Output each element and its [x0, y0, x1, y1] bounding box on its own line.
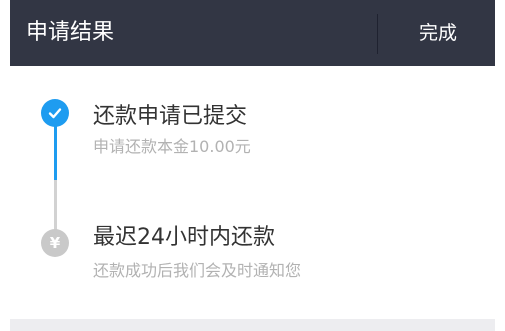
- check-icon: [48, 108, 62, 119]
- step-1-title: 还款申请已提交: [93, 104, 248, 129]
- page-title: 申请结果: [26, 20, 115, 45]
- step-pending-indicator: ¥: [41, 229, 69, 257]
- right-edge: [495, 0, 505, 331]
- step-completed-indicator: [41, 99, 69, 127]
- result-page: 申请结果 完成 还款申请已提交 申请还款本金10.00元 ¥ 最迟24小时内还款…: [0, 0, 505, 331]
- step-2-title: 最迟24小时内还款: [93, 225, 275, 250]
- step-1-subtitle: 申请还款本金10.00元: [93, 137, 251, 156]
- nav-bar: 申请结果 完成: [10, 0, 495, 66]
- bottom-separator: [10, 319, 495, 331]
- left-edge: [0, 0, 10, 331]
- timeline-progress-line: [54, 124, 57, 180]
- done-button[interactable]: 完成: [419, 0, 457, 66]
- yen-icon: ¥: [49, 233, 61, 252]
- nav-divider: [377, 14, 378, 54]
- step-2-subtitle: 还款成功后我们会及时通知您: [93, 261, 302, 280]
- timeline-remaining-line: [54, 180, 57, 230]
